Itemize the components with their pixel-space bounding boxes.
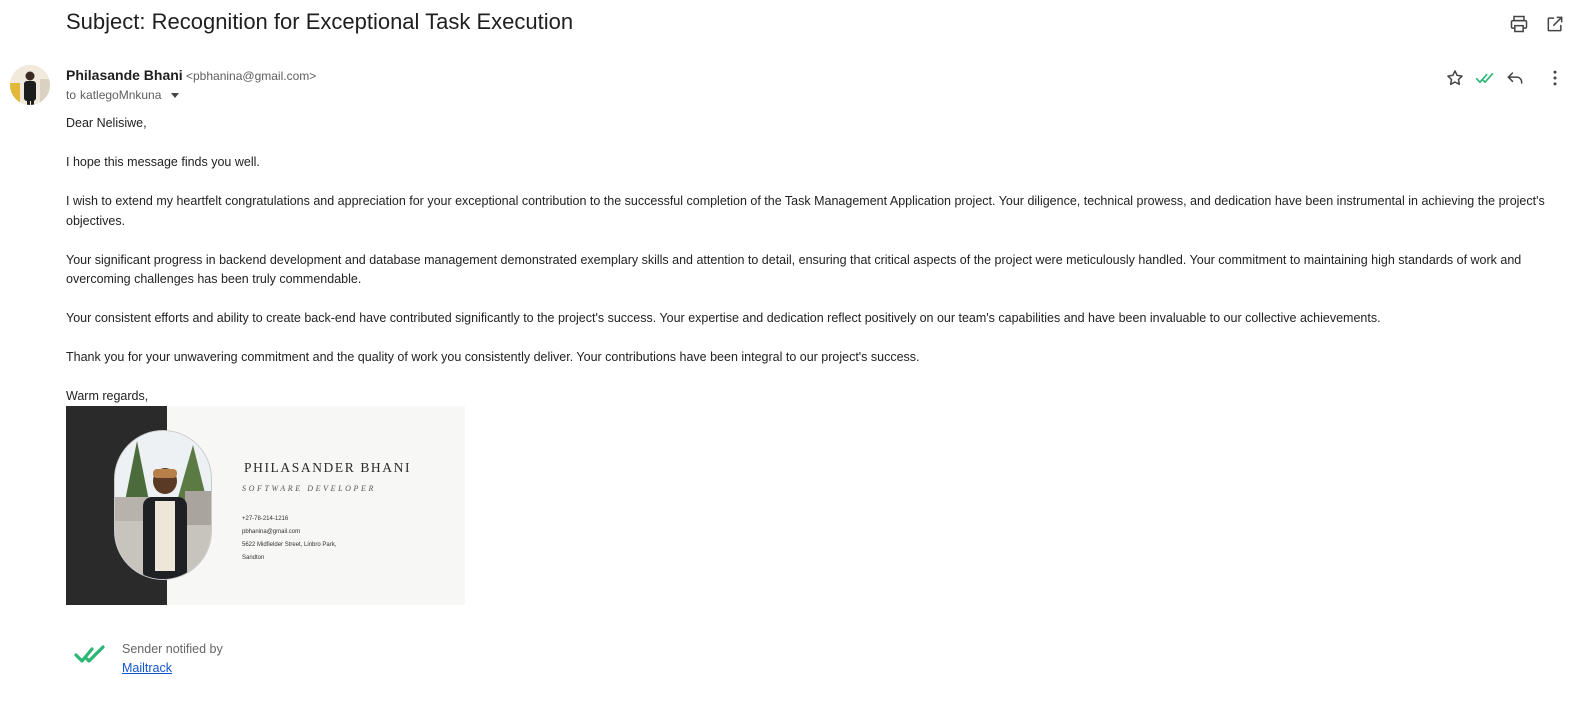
mailtrack-text: Sender notified by <box>122 642 223 656</box>
more-vertical-icon[interactable] <box>1543 66 1567 90</box>
sender-email: <pbhanina@gmail.com> <box>186 69 317 83</box>
double-check-icon <box>1473 66 1497 90</box>
double-check-icon <box>74 644 106 666</box>
open-in-new-window-icon[interactable] <box>1543 12 1567 36</box>
body-paragraph: Your consistent efforts and ability to c… <box>66 311 1381 325</box>
sender-avatar[interactable] <box>10 65 50 105</box>
email-signature-card: PHILASANDER BHANI SOFTWARE DEVELOPER +27… <box>66 406 465 605</box>
signature-address: 5622 Midfielder Street, Linbro Park, <box>242 542 337 548</box>
signature-title: SOFTWARE DEVELOPER <box>242 484 377 493</box>
signature-address-city: Sandton <box>242 555 265 561</box>
star-icon[interactable] <box>1443 66 1467 90</box>
body-paragraph: I wish to extend my heartfelt congratula… <box>66 194 1545 228</box>
mailtrack-link[interactable]: Mailtrack <box>122 659 172 678</box>
sender-name: Philasande Bhani <box>66 67 183 83</box>
chevron-down-icon[interactable] <box>171 93 180 98</box>
greeting: Dear Nelisiwe, <box>66 116 147 130</box>
signature-phone: +27-78-214-1216 <box>242 516 289 522</box>
recipient-name: katlegoMnkuna <box>80 88 162 102</box>
signature-email: pbhanina@gmail.com <box>242 529 301 535</box>
recipient-details-toggle[interactable]: to katlegoMnkuna <box>66 88 180 102</box>
mailtrack-notice: Sender notified by Mailtrack <box>122 640 223 678</box>
recipient-prefix: to <box>66 88 77 102</box>
email-view: Subject: Recognition for Exceptional Tas… <box>0 0 1573 707</box>
body-paragraph: I hope this message finds you well. <box>66 155 260 169</box>
email-body: Dear Nelisiwe, I hope this message finds… <box>66 114 1556 407</box>
signature-photo <box>114 430 212 580</box>
closing: Warm regards, <box>66 389 149 403</box>
email-subject: Subject: Recognition for Exceptional Tas… <box>66 9 574 34</box>
body-paragraph: Thank you for your unwavering commitment… <box>66 350 920 364</box>
body-paragraph: Your significant progress in backend dev… <box>66 252 1522 287</box>
signature-name: PHILASANDER BHANI <box>244 460 412 475</box>
print-icon[interactable] <box>1507 12 1531 36</box>
reply-icon[interactable] <box>1503 66 1527 90</box>
